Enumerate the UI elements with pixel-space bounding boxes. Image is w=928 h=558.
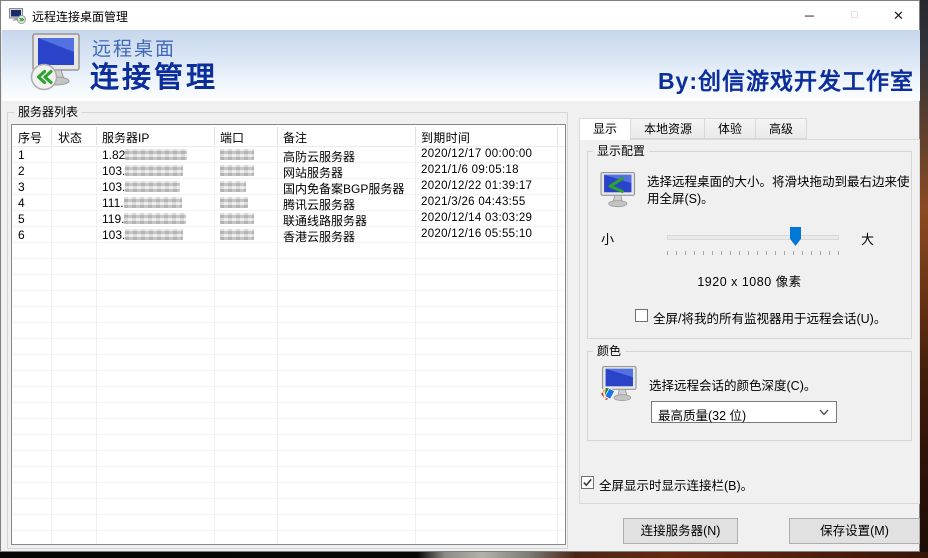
cell-ip: 119. <box>102 212 186 226</box>
connect-server-button[interactable]: 连接服务器(N) <box>623 518 738 544</box>
column-header-expiry[interactable]: 到期时间 <box>421 129 470 146</box>
cell-ip: 103. <box>102 164 183 178</box>
display-config-label: 显示配置 <box>593 144 649 158</box>
table-row[interactable]: 2 103. 网站服务器 2021/1/6 09:05:18 <box>12 163 565 179</box>
column-header-no[interactable]: 序号 <box>18 129 42 146</box>
minimize-button[interactable]: ─ <box>787 1 832 30</box>
use-all-monitors-label[interactable]: 全屏/将我的所有监视器用于远程会话(U)。 <box>653 308 886 327</box>
tab-experience[interactable]: 体验 <box>704 118 756 139</box>
connection-bar-label[interactable]: 全屏显示时显示连接栏(B)。 <box>599 475 753 494</box>
remote-desktop-icon <box>29 32 83 96</box>
cell-no: 1 <box>18 148 25 162</box>
checkmark-icon <box>582 477 593 488</box>
server-table-body[interactable]: 1 1.82 高防云服务器 2020/12/17 00:00:00 2 103.… <box>12 147 565 544</box>
column-header-status[interactable]: 状态 <box>58 129 82 146</box>
tab-display[interactable]: 显示 <box>579 118 631 140</box>
color-depth-description: 选择远程会话的颜色深度(C)。 <box>649 378 909 395</box>
cell-port <box>220 164 254 178</box>
screen: 远程连接桌面管理 ─ □ ✕ 远程桌面 连接管理 By:创信游戏开发工作室 服务… <box>0 0 928 558</box>
screen-size-monitor-icon <box>596 171 638 209</box>
cell-port <box>220 180 246 194</box>
redacted-port <box>220 197 248 208</box>
connection-bar-checkbox[interactable] <box>581 476 594 489</box>
table-row[interactable]: 4 111. 腾讯云服务器 2021/3/26 04:43:55 <box>12 195 565 211</box>
cell-port <box>220 196 248 210</box>
cell-no: 2 <box>18 164 25 178</box>
redacted-ip <box>125 149 187 160</box>
cell-expiry: 2021/1/6 09:05:18 <box>421 164 519 176</box>
header-separator <box>415 127 416 145</box>
app-icon <box>9 7 26 24</box>
header-banner: 远程桌面 连接管理 By:创信游戏开发工作室 <box>2 30 920 101</box>
use-all-monitors-checkbox[interactable] <box>635 309 648 322</box>
cell-ip: 103. <box>102 180 180 194</box>
redacted-ip <box>125 181 180 192</box>
color-depth-selected-value: 最高质量(32 位) <box>658 405 746 424</box>
size-slider-track[interactable] <box>667 235 839 240</box>
cell-no: 6 <box>18 228 25 242</box>
desktop-background-bottom <box>0 552 928 558</box>
window-title: 远程连接桌面管理 <box>32 8 128 25</box>
cell-port <box>220 212 254 226</box>
server-table-header[interactable]: 序号 状态 服务器IP 端口 备注 到期时间 <box>12 125 565 147</box>
cell-ip: 103. <box>102 228 183 242</box>
cell-expiry: 2020/12/16 05:55:10 <box>421 228 532 240</box>
maximize-button: □ <box>832 1 877 30</box>
size-slider-ticks <box>667 251 841 255</box>
cell-ip: 1.82 <box>102 148 187 162</box>
header-separator <box>557 127 558 145</box>
cell-no: 5 <box>18 212 25 226</box>
column-header-remark[interactable]: 备注 <box>283 129 307 146</box>
close-button[interactable]: ✕ <box>877 1 920 30</box>
table-row[interactable]: 5 119. 联通线路服务器 2020/12/14 03:03:29 <box>12 211 565 227</box>
redacted-port <box>220 149 254 160</box>
cell-expiry: 2020/12/22 01:39:17 <box>421 180 532 192</box>
screen-size-description: 选择远程桌面的大小。将滑块拖动到最右边来使用全屏(S)。 <box>647 174 911 208</box>
resolution-value: 1920 x 1080 像素 <box>587 271 912 290</box>
table-row[interactable]: 1 1.82 高防云服务器 2020/12/17 00:00:00 <box>12 147 565 163</box>
chevron-down-icon <box>819 409 829 416</box>
cell-ip: 111. <box>102 196 182 210</box>
header-separator <box>277 127 278 145</box>
app-window: 远程连接桌面管理 ─ □ ✕ 远程桌面 连接管理 By:创信游戏开发工作室 服务… <box>0 0 920 552</box>
header-separator <box>96 127 97 145</box>
table-row[interactable]: 6 103. 香港云服务器 2020/12/16 05:55:10 <box>12 227 565 243</box>
redacted-ip <box>125 229 183 240</box>
color-depth-select[interactable]: 最高质量(32 位) <box>651 401 837 423</box>
header-separator <box>51 127 52 145</box>
slider-max-label: 大 <box>861 229 874 248</box>
cell-expiry: 2020/12/17 00:00:00 <box>421 148 532 160</box>
cell-expiry: 2021/3/26 04:43:55 <box>421 196 526 208</box>
banner-title: 连接管理 <box>90 54 218 96</box>
tab-local-resources[interactable]: 本地资源 <box>630 118 706 139</box>
color-group-label: 颜色 <box>593 344 625 358</box>
color-depth-monitor-icon <box>596 365 638 403</box>
redacted-port <box>220 165 254 176</box>
desktop-background-right <box>920 0 928 558</box>
redacted-ip <box>125 165 183 176</box>
table-row[interactable]: 3 103. 国内免备案BGP服务器 2020/12/22 01:39:17 <box>12 179 565 195</box>
header-separator <box>214 127 215 145</box>
slider-min-label: 小 <box>601 229 614 248</box>
server-table[interactable]: 序号 状态 服务器IP 端口 备注 到期时间 <box>11 124 566 545</box>
title-bar[interactable]: 远程连接桌面管理 ─ □ ✕ <box>1 1 919 30</box>
column-header-port[interactable]: 端口 <box>220 129 244 146</box>
cell-remark: 香港云服务器 <box>283 228 355 245</box>
cell-port <box>220 148 254 162</box>
tab-advanced[interactable]: 高级 <box>755 118 807 139</box>
column-header-ip[interactable]: 服务器IP <box>102 129 149 146</box>
cell-port <box>220 228 254 242</box>
cell-no: 3 <box>18 180 25 194</box>
server-list-group-label: 服务器列表 <box>14 105 82 119</box>
banner-byline: By:创信游戏开发工作室 <box>658 62 914 96</box>
redacted-ip <box>124 213 186 224</box>
redacted-port <box>220 213 254 224</box>
redacted-port <box>220 229 254 240</box>
cell-expiry: 2020/12/14 03:03:29 <box>421 212 532 224</box>
redacted-port <box>220 181 246 192</box>
redacted-ip <box>124 197 182 208</box>
save-settings-button[interactable]: 保存设置(M) <box>789 518 920 544</box>
cell-no: 4 <box>18 196 25 210</box>
